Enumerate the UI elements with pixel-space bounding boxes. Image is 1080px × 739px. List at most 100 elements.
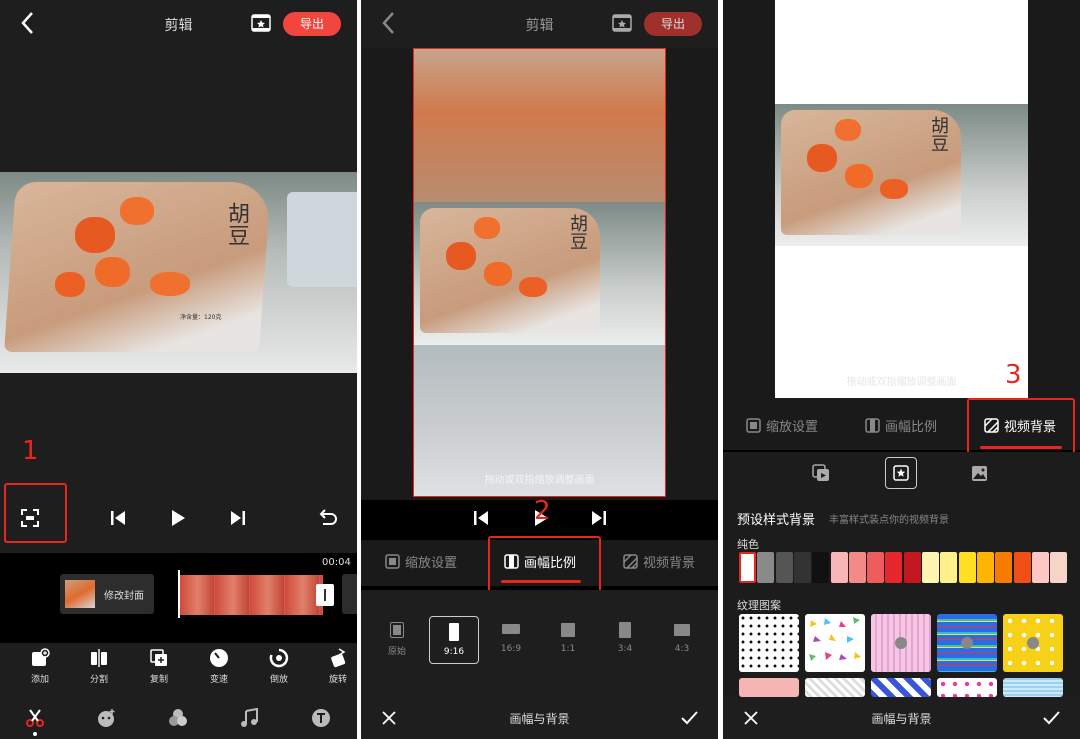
skip-previous-icon[interactable] (108, 508, 128, 528)
texture-partial-5[interactable] (1003, 678, 1063, 697)
split-icon (91, 649, 107, 667)
export-button[interactable]: 导出 (283, 12, 341, 36)
preset-style-tab[interactable] (885, 457, 917, 489)
tab-zoom-settings[interactable]: 缩放设置 (385, 552, 457, 571)
tool-speed[interactable]: 变速 (197, 648, 241, 685)
bottom-action-bar: 画幅与背景 (723, 697, 1080, 739)
panel-video-background: 胡豆 拖动或双指缩放调整画面 3 缩放设置 画幅比例 视频背景 预设样式背景 丰… (723, 0, 1080, 739)
color-swatch[interactable] (848, 552, 866, 583)
playhead[interactable] (178, 570, 180, 618)
canvas-9-16[interactable]: 胡豆 拖动或双指缩放调整画面 (413, 48, 666, 497)
rotate-icon (331, 648, 346, 668)
bag-brand-text: 胡豆 (224, 202, 249, 246)
blur-background-icon[interactable] (812, 464, 830, 482)
edit-cover-button[interactable]: 修改封面 (60, 574, 154, 614)
ratio-1-1[interactable]: 1:1 (554, 623, 582, 654)
step-highlight-2 (488, 536, 601, 594)
color-swatch[interactable] (995, 552, 1013, 583)
texture-partial-1[interactable] (739, 678, 799, 697)
color-swatch[interactable] (885, 552, 903, 583)
ratio-original-icon (390, 622, 404, 638)
skip-next-icon[interactable] (589, 508, 609, 528)
confirm-check-icon[interactable] (681, 711, 698, 725)
color-swatch[interactable] (940, 552, 958, 583)
color-swatch[interactable] (922, 552, 939, 583)
ratio-original[interactable]: 原始 (385, 622, 409, 657)
color-swatch[interactable] (1013, 552, 1031, 583)
image-background-icon[interactable] (971, 465, 988, 482)
clip-handle[interactable] (316, 584, 334, 606)
texture-partial-4[interactable] (937, 678, 997, 697)
solid-color-label: 纯色 (737, 538, 759, 551)
speed-icon (210, 649, 228, 667)
texture-partial-3[interactable] (871, 678, 931, 697)
sticker-icon[interactable] (97, 708, 117, 728)
skip-previous-icon[interactable] (471, 508, 491, 528)
color-swatch[interactable] (775, 552, 793, 583)
color-swatch[interactable] (1050, 552, 1068, 583)
crop-frame-icon[interactable] (20, 508, 40, 528)
texture-blue-stripes[interactable] (937, 614, 997, 672)
color-swatch[interactable] (793, 552, 811, 583)
skip-next-icon[interactable] (228, 508, 248, 528)
texture-yellow-circles[interactable] (1003, 614, 1063, 672)
ratio-3-4[interactable]: 3:4 (611, 622, 639, 654)
color-swatch[interactable] (830, 552, 848, 583)
step-number-2: 2 (534, 496, 551, 526)
tab-zoom-settings[interactable]: 缩放设置 (746, 416, 818, 435)
color-swatch[interactable] (812, 552, 830, 583)
ratio-4-3[interactable]: 4:3 (668, 624, 696, 654)
color-swatch[interactable] (976, 552, 994, 583)
tool-label: 旋转 (328, 675, 347, 685)
tool-label: 倒放 (269, 675, 288, 685)
color-swatch[interactable] (1031, 552, 1049, 583)
canvas-white-background[interactable]: 胡豆 拖动或双指缩放调整画面 (775, 0, 1028, 398)
next-clip-stub[interactable] (342, 574, 357, 614)
color-swatch[interactable] (739, 552, 756, 583)
download-icon[interactable] (1027, 637, 1039, 649)
color-swatch[interactable] (757, 552, 775, 583)
film-star-icon[interactable] (612, 14, 632, 32)
ratio-3-4-icon (619, 622, 631, 638)
filter-icon[interactable] (168, 708, 188, 728)
zoom-settings-icon (385, 554, 400, 569)
download-icon[interactable] (895, 637, 907, 649)
text-icon[interactable] (311, 708, 331, 728)
ratio-16-9[interactable]: 16:9 (497, 624, 525, 654)
texture-dots[interactable] (739, 614, 799, 672)
texture-triangles[interactable] (805, 614, 865, 672)
drag-hint: 拖动或双指缩放调整画面 (846, 377, 957, 388)
tab-aspect-ratio[interactable]: 画幅比例 (865, 416, 937, 435)
film-star-icon[interactable] (251, 14, 271, 32)
tool-copy[interactable]: 复制 (137, 648, 181, 685)
color-swatch[interactable] (903, 552, 921, 583)
snack-chip (150, 272, 190, 296)
tool-rotate[interactable]: 旋转 (316, 648, 357, 685)
confirm-check-icon[interactable] (1043, 711, 1060, 725)
clip-strip[interactable] (180, 575, 323, 615)
ratio-9-16[interactable]: 9:16 (429, 616, 479, 664)
texture-pink-stripes[interactable] (871, 614, 931, 672)
video-frame: 胡豆 (414, 202, 665, 345)
video-background-icon (623, 554, 638, 569)
download-icon[interactable] (961, 637, 973, 649)
cover-thumbnail (65, 580, 95, 608)
undo-icon[interactable] (318, 508, 338, 528)
tool-add[interactable]: 添加 (18, 648, 62, 685)
scissors-icon[interactable] (25, 708, 45, 728)
panel-edit: 剪辑 导出 胡豆 净含量：120克 1 00:04 修改封面 添加 分割 复制 … (0, 0, 357, 739)
color-swatch[interactable] (867, 552, 885, 583)
color-swatch[interactable] (958, 552, 976, 583)
bottom-action-bar: 画幅与背景 (361, 697, 718, 739)
tool-split[interactable]: 分割 (77, 648, 121, 685)
export-button[interactable]: 导出 (644, 12, 702, 36)
texture-partial-2[interactable] (805, 678, 865, 697)
tab-video-background[interactable]: 视频背景 (623, 552, 695, 571)
blurred-background-top (414, 49, 665, 204)
video-preview[interactable]: 胡豆 净含量：120克 (0, 172, 357, 373)
bag-brand-text: 胡豆 (567, 214, 588, 250)
tool-label: 添加 (30, 675, 49, 685)
tool-reverse[interactable]: 倒放 (257, 648, 301, 685)
play-icon[interactable] (168, 508, 188, 528)
music-icon[interactable] (239, 708, 259, 728)
